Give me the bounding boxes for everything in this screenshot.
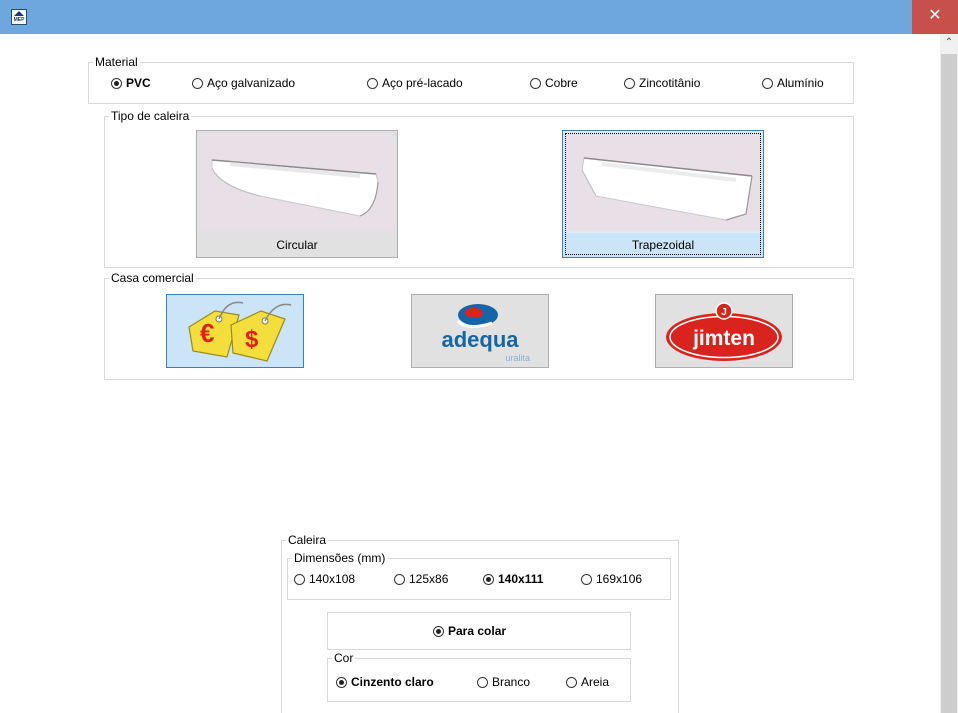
scroll-up-arrow-icon[interactable]: ⌃ [940,34,958,52]
radio-indicator [394,573,405,585]
brand-generic-button[interactable]: € $ [166,294,304,368]
title-bar: MEP ✕ [0,0,958,34]
brand-jimten-button[interactable]: J jimten [655,294,793,368]
color-option-label: Areia [581,675,610,689]
adequa-logo-subtext: uralita [505,353,530,363]
cor-legend: Cor [332,651,356,665]
casa-comercial-legend: Casa comercial [109,271,196,285]
material-legend: Material [93,55,140,69]
material-option-label: PVC [126,76,151,90]
radio-indicator [762,77,773,89]
material-option-aco-pre-lacado[interactable]: Aço pré-lacado [367,76,463,90]
dimension-option-140x108[interactable]: 140x108 [294,572,355,586]
radio-indicator [530,77,541,89]
color-option-branco[interactable]: Branco [477,675,530,689]
dimensoes-legend: Dimensões (mm) [292,551,388,565]
trapezoidal-gutter-image [566,134,760,231]
para-colar-option[interactable]: Para colar [433,624,506,638]
dimension-option-label: 140x111 [498,572,544,586]
house-roof-icon [14,11,24,16]
radio-indicator [192,77,203,89]
material-option-label: Aço pré-lacado [382,76,463,90]
material-option-cobre[interactable]: Cobre [530,76,578,90]
svg-text:$: $ [245,326,259,353]
radio-indicator [477,676,488,688]
jimten-logo: J jimten [666,302,782,361]
adequa-logo: adequa uralita [441,304,530,363]
price-tags-icon: € $ [188,301,292,362]
dimension-option-label: 140x108 [309,572,356,586]
adequa-logo-text: adequa [441,327,519,352]
gutter-type-circular-button[interactable]: Circular [196,130,398,258]
app-icon: MEP [11,9,27,25]
circular-gutter-image [200,134,394,231]
radio-indicator [433,625,444,637]
radio-indicator [566,676,577,688]
gutter-type-trapezoidal-button[interactable]: Trapezoidal [562,130,764,258]
vertical-scrollbar[interactable]: ⌃ [940,34,958,713]
dimension-option-label: 125x86 [409,572,449,586]
dimension-option-125x86[interactable]: 125x86 [394,572,448,586]
app-icon-text: MEP [13,17,25,23]
brand-adequa-button[interactable]: adequa uralita [411,294,549,368]
radio-indicator [483,573,494,585]
trapezoidal-gutter-icon [581,157,753,221]
material-option-pvc[interactable]: PVC [111,76,151,90]
para-colar-label: Para colar [448,624,507,638]
gutter-type-label: Circular [276,238,318,252]
dimension-option-169x106[interactable]: 169x106 [581,572,642,586]
dimension-option-140x111[interactable]: 140x111 [483,572,543,586]
material-option-zincotitanio[interactable]: Zincotitânio [624,76,700,90]
color-option-label: Cinzento claro [351,675,434,689]
close-icon: ✕ [928,7,942,24]
color-option-cinzento-claro[interactable]: Cinzento claro [336,675,434,689]
close-button[interactable]: ✕ [912,0,958,34]
svg-text:€: € [200,318,214,348]
color-option-label: Branco [492,675,531,689]
radio-indicator [336,676,347,688]
material-option-aluminio[interactable]: Alumínio [762,76,824,90]
color-option-areia[interactable]: Areia [566,675,609,689]
material-option-aco-galvanizado[interactable]: Aço galvanizado [192,76,295,90]
gutter-type-label: Trapezoidal [563,233,763,257]
material-option-label: Alumínio [777,76,824,90]
material-option-label: Aço galvanizado [207,76,296,90]
material-option-label: Cobre [545,76,578,90]
circular-gutter-icon [211,159,379,217]
radio-indicator [624,77,635,89]
dimension-option-label: 169x106 [596,572,643,586]
radio-indicator [111,77,122,89]
caleira-legend: Caleira [286,533,329,547]
jimten-logo-text: jimten [692,327,755,350]
scroll-thumb[interactable] [941,54,957,713]
svg-text:J: J [721,307,727,318]
radio-indicator [294,573,305,585]
radio-indicator [367,77,378,89]
material-option-label: Zincotitânio [639,76,701,90]
radio-indicator [581,573,592,585]
tipo-caleira-legend: Tipo de caleira [109,109,192,123]
